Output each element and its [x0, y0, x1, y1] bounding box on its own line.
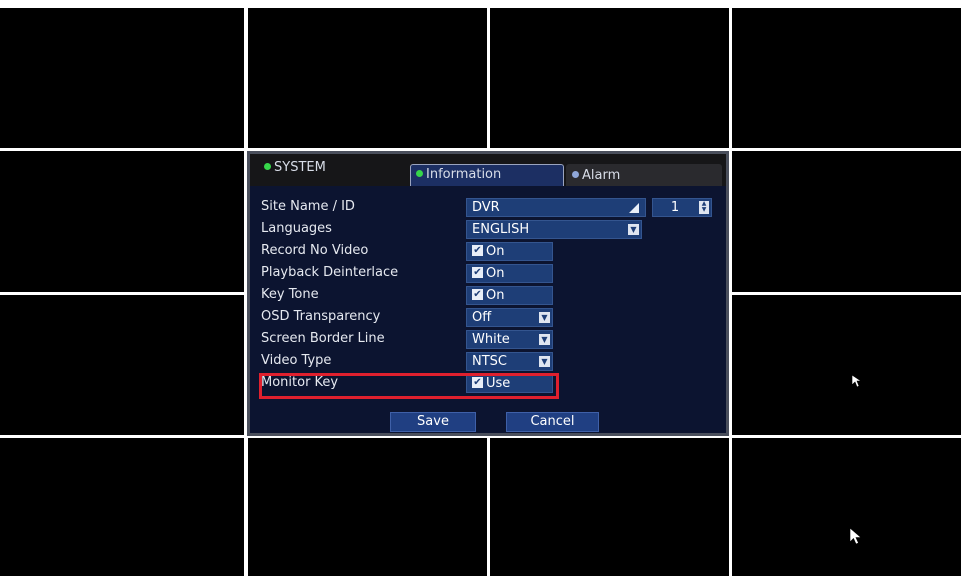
- status-dot-icon: [572, 171, 579, 178]
- camera-tile-15[interactable]: [490, 438, 729, 576]
- site-name-field[interactable]: DVR: [466, 198, 646, 217]
- chevron-down-icon[interactable]: ▼: [539, 312, 550, 323]
- osd-transparency-label: OSD Transparency: [261, 309, 381, 324]
- chevron-down-icon[interactable]: ▼: [628, 224, 639, 235]
- languages-label: Languages: [261, 221, 332, 236]
- checkmark-icon[interactable]: ✔: [472, 245, 483, 256]
- tab-information[interactable]: Information: [410, 164, 564, 186]
- mouse-pointer-icon: [849, 527, 862, 545]
- system-section-title: SYSTEM: [264, 160, 326, 175]
- camera-tile-3[interactable]: [490, 8, 729, 148]
- status-dot-icon: [264, 163, 271, 170]
- camera-tile-1[interactable]: [0, 8, 244, 148]
- camera-tile-12[interactable]: [732, 295, 961, 435]
- resize-corner-icon: [629, 203, 639, 213]
- chevron-down-icon[interactable]: ▼: [539, 334, 550, 345]
- camera-tile-4[interactable]: [732, 8, 961, 148]
- camera-tile-14[interactable]: [248, 438, 487, 576]
- languages-row: Languages ENGLISH ▼: [256, 219, 722, 240]
- playback-deinterlace-checkbox[interactable]: ✔ On: [466, 264, 553, 283]
- languages-select[interactable]: ENGLISH ▼: [466, 220, 642, 239]
- camera-tile-5[interactable]: [0, 151, 244, 292]
- camera-tile-2[interactable]: [248, 8, 487, 148]
- osd-transparency-select[interactable]: Off ▼: [466, 308, 553, 327]
- spin-arrows-icon[interactable]: ▲ ▼: [699, 201, 709, 214]
- checkmark-icon[interactable]: ✔: [472, 289, 483, 300]
- mouse-pointer-icon: [851, 374, 862, 388]
- site-name-row: Site Name / ID DVR 1 ▲ ▼: [256, 197, 722, 218]
- playback-deinterlace-row: Playback Deinterlace ✔ On: [256, 263, 722, 284]
- site-name-label: Site Name / ID: [261, 199, 355, 214]
- save-button[interactable]: Save: [390, 412, 476, 432]
- key-tone-checkbox[interactable]: ✔ On: [466, 286, 553, 305]
- playback-deinterlace-label: Playback Deinterlace: [261, 265, 399, 280]
- record-no-video-label: Record No Video: [261, 243, 369, 258]
- record-no-video-row: Record No Video ✔ On: [256, 241, 722, 262]
- tab-information-label: Information: [426, 167, 502, 182]
- screen-border-line-label: Screen Border Line: [261, 331, 385, 346]
- checkmark-icon[interactable]: ✔: [472, 267, 483, 278]
- tab-bar: SYSTEM Information Alarm: [250, 154, 726, 186]
- tab-alarm-label: Alarm: [582, 168, 621, 183]
- screen-border-line-row: Screen Border Line White ▼: [256, 329, 722, 350]
- screen-border-line-select[interactable]: White ▼: [466, 330, 553, 349]
- video-type-row: Video Type NTSC ▼: [256, 351, 722, 372]
- status-dot-icon: [416, 170, 423, 177]
- key-tone-label: Key Tone: [261, 287, 319, 302]
- camera-tile-13[interactable]: [0, 438, 244, 576]
- osd-transparency-row: OSD Transparency Off ▼: [256, 307, 722, 328]
- camera-tile-16[interactable]: [732, 438, 961, 576]
- site-id-spinner[interactable]: 1 ▲ ▼: [652, 198, 712, 217]
- system-settings-dialog: SYSTEM Information Alarm Site Name / ID …: [247, 151, 729, 436]
- record-no-video-checkbox[interactable]: ✔ On: [466, 242, 553, 261]
- tab-alarm[interactable]: Alarm: [566, 164, 722, 186]
- monitor-key-highlight: [259, 373, 559, 399]
- video-type-select[interactable]: NTSC ▼: [466, 352, 553, 371]
- cancel-button[interactable]: Cancel: [506, 412, 599, 432]
- camera-tile-8[interactable]: [732, 151, 961, 292]
- chevron-down-icon[interactable]: ▼: [539, 356, 550, 367]
- camera-tile-9[interactable]: [0, 295, 244, 435]
- video-type-label: Video Type: [261, 353, 332, 368]
- key-tone-row: Key Tone ✔ On: [256, 285, 722, 306]
